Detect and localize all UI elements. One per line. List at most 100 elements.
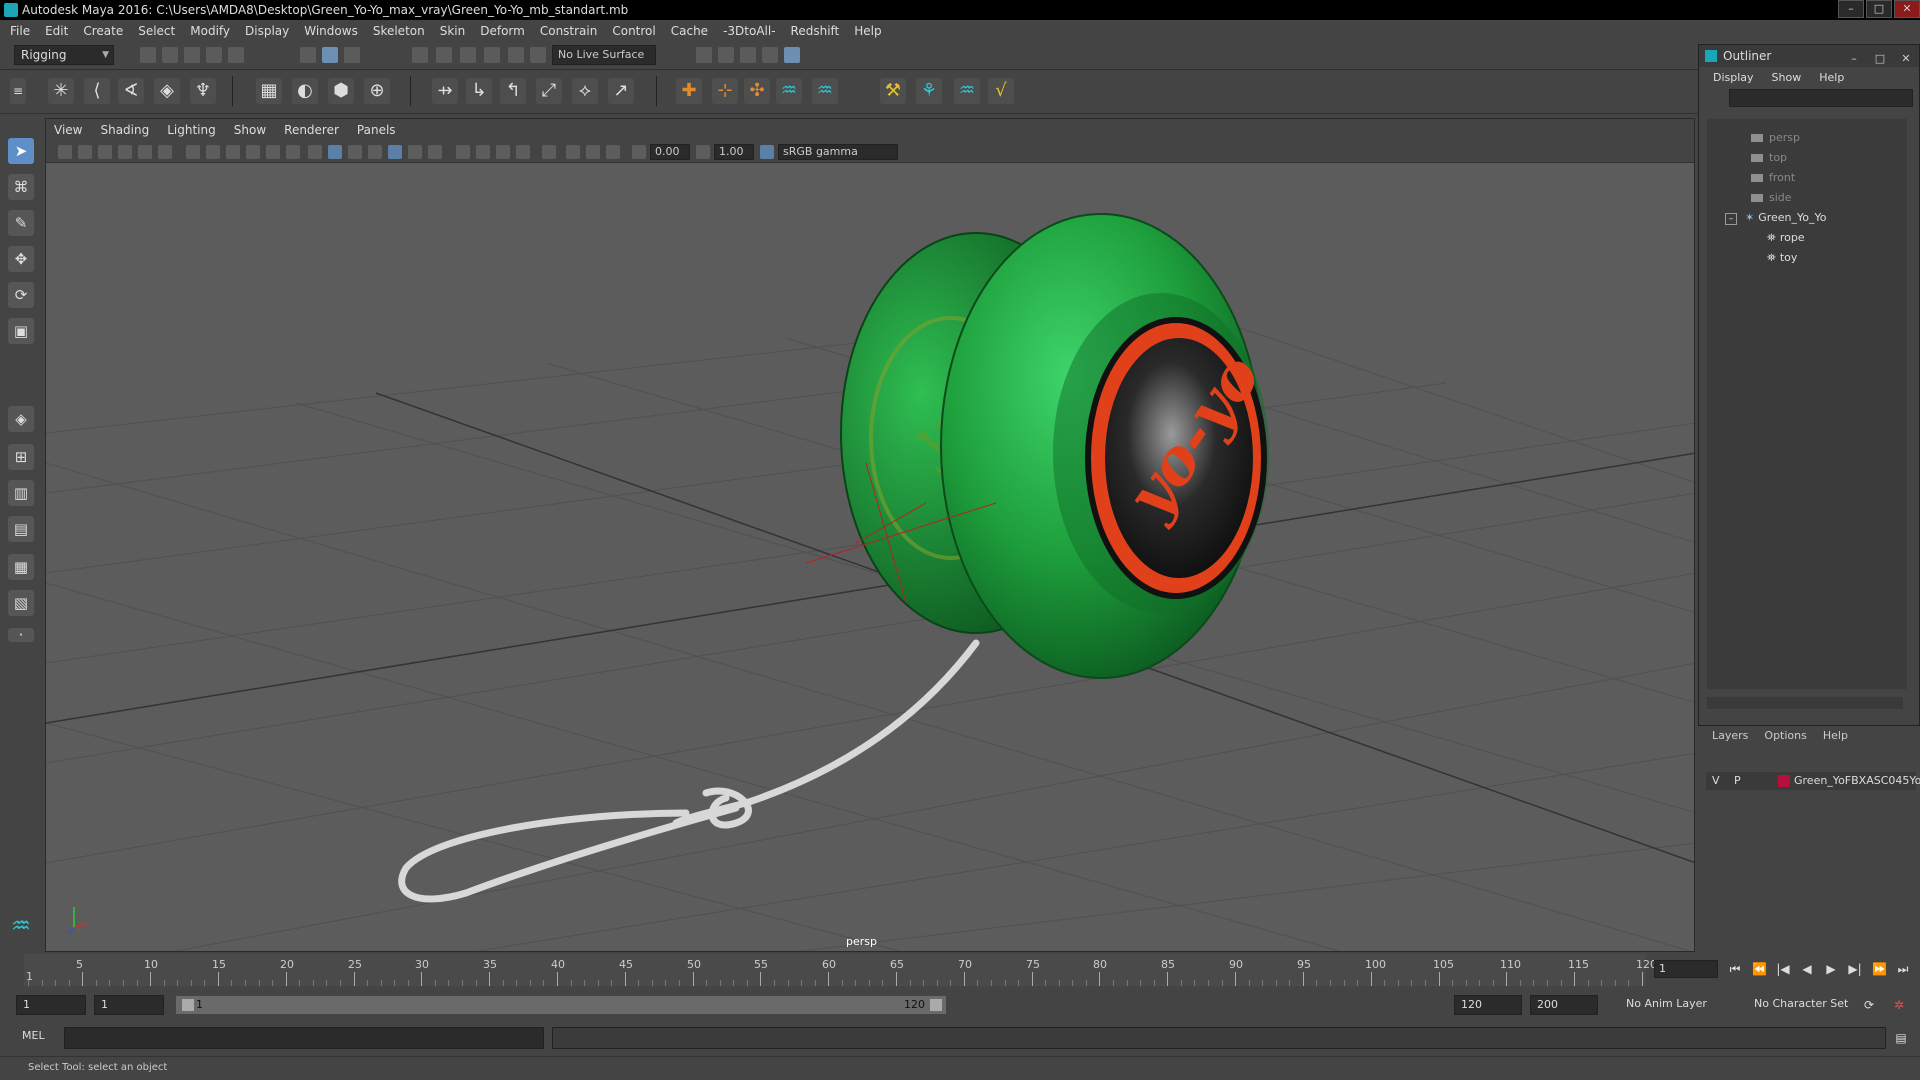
wireframe-icon[interactable]	[308, 145, 322, 159]
camera-select-icon[interactable]	[58, 145, 72, 159]
menu-cache[interactable]: Cache	[671, 24, 708, 38]
outliner-horizontal-scrollbar[interactable]	[1707, 697, 1903, 709]
joint-tool-icon[interactable]: ✳	[48, 78, 74, 104]
outliner-item-front[interactable]: front	[1751, 169, 1795, 187]
grease-pencil-icon[interactable]	[158, 145, 172, 159]
script-editor-icon[interactable]: ▤	[1894, 1031, 1908, 1045]
play-backwards-icon[interactable]: ◀	[1800, 962, 1814, 976]
outliner-menu-show[interactable]: Show	[1772, 71, 1802, 84]
command-input[interactable]	[64, 1027, 544, 1049]
scale-constraint-icon[interactable]: ⤢	[536, 78, 562, 104]
outliner-menu-help[interactable]: Help	[1819, 71, 1844, 84]
menu-3dtoall[interactable]: -3DtoAll-	[723, 24, 775, 38]
two-d-pan-icon[interactable]	[138, 145, 152, 159]
wireframe-on-shaded-icon[interactable]	[348, 145, 362, 159]
save-scene-icon[interactable]	[184, 47, 200, 63]
gamma-field[interactable]: 1.00	[714, 144, 754, 160]
layout-options-icon[interactable]: ·	[8, 628, 34, 643]
step-back-frame-icon[interactable]: |◀	[1776, 962, 1790, 976]
hik-control-icon[interactable]: ♒	[812, 78, 838, 104]
menu-select[interactable]: Select	[138, 24, 175, 38]
viewport-persp[interactable]: View Shading Lighting Show Renderer Pane…	[45, 118, 1695, 952]
curve-warp-icon[interactable]: √	[988, 78, 1014, 104]
xray-icon[interactable]	[368, 145, 382, 159]
layer-visibility-toggle[interactable]: V	[1712, 772, 1720, 790]
playback-start-field[interactable]: 1	[94, 995, 164, 1015]
cluster-icon[interactable]: ⊕	[364, 78, 390, 104]
range-end-handle[interactable]	[930, 999, 942, 1011]
four-view-icon[interactable]: ⊞	[8, 444, 34, 470]
vp-menu-show[interactable]: Show	[234, 123, 266, 137]
textured-icon[interactable]	[388, 145, 402, 159]
lasso-tool-icon[interactable]: ⌘	[8, 174, 34, 200]
menu-skin[interactable]: Skin	[440, 24, 466, 38]
render-current-icon[interactable]	[718, 47, 734, 63]
outliner-item-persp[interactable]: persp	[1751, 129, 1800, 147]
snap-view-plane-icon[interactable]	[484, 47, 500, 63]
exposure-field[interactable]: 0.00	[650, 144, 690, 160]
exposure-icon[interactable]	[632, 145, 646, 159]
make-live-icon[interactable]	[530, 47, 546, 63]
rotate-tool-icon[interactable]: ⟳	[8, 282, 34, 308]
bind-skin-icon[interactable]: ▦	[256, 78, 282, 104]
anim-layer-dropdown[interactable]: No Anim Layer	[1620, 995, 1740, 1015]
motion-blur-icon[interactable]	[476, 145, 490, 159]
outliner-item-toy[interactable]: ⛯ toy	[1767, 249, 1797, 267]
menu-edit[interactable]: Edit	[45, 24, 68, 38]
undo-icon[interactable]	[206, 47, 222, 63]
menu-deform[interactable]: Deform	[480, 24, 525, 38]
parent-constraint-icon[interactable]: ⇸	[432, 78, 458, 104]
layer-menu-options[interactable]: Options	[1764, 729, 1806, 742]
smooth-shade-icon[interactable]	[328, 145, 342, 159]
film-gate-icon[interactable]	[206, 145, 220, 159]
command-language-label[interactable]: MEL	[22, 1029, 45, 1042]
menu-constrain[interactable]: Constrain	[540, 24, 598, 38]
insert-joint-icon[interactable]: ◈	[154, 78, 180, 104]
auto-key-icon[interactable]: ⟳	[1862, 998, 1876, 1012]
layer-color-swatch[interactable]	[1778, 775, 1790, 787]
snap-curve-icon[interactable]	[436, 47, 452, 63]
locator-icon[interactable]: ✚	[676, 78, 702, 104]
preferences-icon[interactable]: ✲	[1892, 998, 1906, 1012]
redo-icon[interactable]	[228, 47, 244, 63]
bookmark-icon[interactable]	[98, 145, 112, 159]
open-scene-icon[interactable]	[162, 47, 178, 63]
xray-active-icon[interactable]	[586, 145, 600, 159]
persp-graph-icon[interactable]: ▤	[8, 516, 34, 542]
paint-weights-icon[interactable]: ◐	[292, 78, 318, 104]
step-forward-key-icon[interactable]: ⏩	[1872, 962, 1887, 976]
hik-icon[interactable]: ♒	[776, 78, 802, 104]
go-to-start-icon[interactable]: ⏮	[1728, 962, 1742, 976]
menu-redshift[interactable]: Redshift	[791, 24, 840, 38]
go-to-end-icon[interactable]: ⏭	[1896, 962, 1910, 976]
scene-view[interactable]: yo yo-yo	[46, 163, 1695, 952]
three-view-icon[interactable]: ▧	[8, 590, 34, 616]
select-tool-icon[interactable]: ➤	[8, 138, 34, 164]
move-joint-icon[interactable]: ✣	[744, 78, 770, 104]
color-space-dropdown[interactable]: sRGB gamma	[778, 144, 898, 160]
menu-file[interactable]: File	[10, 24, 30, 38]
step-forward-frame-icon[interactable]: ▶|	[1848, 962, 1862, 976]
shadows-icon[interactable]	[428, 145, 442, 159]
select-hierarchy-icon[interactable]	[300, 47, 316, 63]
menu-control[interactable]: Control	[612, 24, 655, 38]
menu-skeleton[interactable]: Skeleton	[373, 24, 425, 38]
start-time-field[interactable]: 1	[16, 995, 86, 1015]
collapse-icon[interactable]: –	[1725, 213, 1737, 225]
joint-orient-icon[interactable]: ⊹	[712, 78, 738, 104]
outliner-close-button[interactable]: ✕	[1897, 48, 1915, 65]
wrap-icon[interactable]: ⚘	[916, 78, 942, 104]
new-scene-icon[interactable]	[140, 47, 156, 63]
muscle-icon[interactable]: ♒	[954, 78, 980, 104]
step-back-key-icon[interactable]: ⏪	[1752, 962, 1767, 976]
menu-modify[interactable]: Modify	[190, 24, 230, 38]
blend-shape-icon[interactable]: ⚒	[880, 78, 906, 104]
snap-live-icon[interactable]	[508, 47, 524, 63]
grid-toggle-icon[interactable]	[186, 145, 200, 159]
render-view-icon[interactable]	[696, 47, 712, 63]
menu-display[interactable]: Display	[245, 24, 289, 38]
outliner-maximize-button[interactable]: □	[1871, 48, 1889, 65]
aim-constraint-icon[interactable]: ⟡	[572, 78, 598, 104]
vp-menu-panels[interactable]: Panels	[357, 123, 396, 137]
menu-windows[interactable]: Windows	[304, 24, 358, 38]
